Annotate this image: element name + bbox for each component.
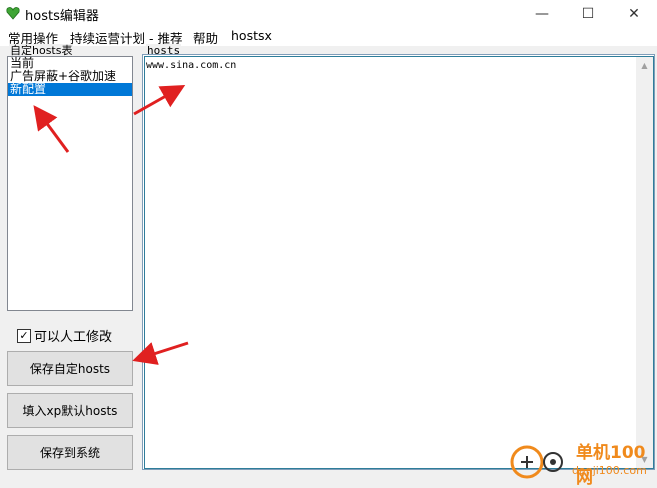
arrow-to-editor bbox=[133, 85, 186, 116]
arrow-to-save-button bbox=[132, 341, 189, 365]
watermark-logo-icon bbox=[510, 445, 563, 479]
watermark-url: danji100.com bbox=[572, 464, 647, 477]
annotation-arrows bbox=[33, 85, 189, 365]
watermark-brand: 单机100网 bbox=[576, 443, 646, 488]
arrow-to-new-config bbox=[33, 105, 70, 153]
watermark: 单机100网 danji100.com bbox=[510, 438, 657, 488]
